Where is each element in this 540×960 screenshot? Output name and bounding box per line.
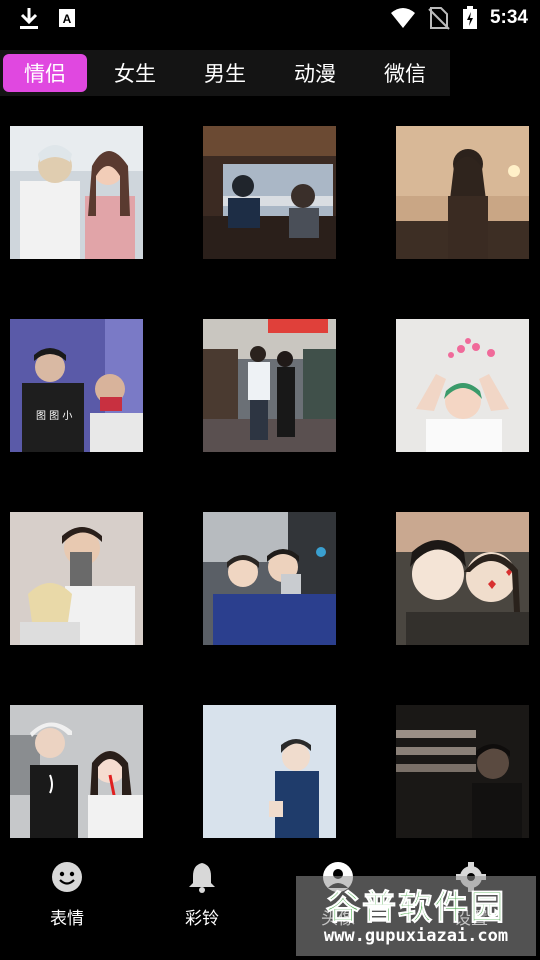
avatar-image: 图 图 小 bbox=[10, 319, 143, 452]
avatar-thumbnail-couple-phone-selfie[interactable] bbox=[10, 512, 143, 645]
avatar-image bbox=[203, 126, 336, 259]
avatar-image bbox=[10, 705, 143, 838]
avatar-thumbnail-couple-face-mask[interactable] bbox=[396, 512, 529, 645]
avatar-image bbox=[396, 319, 529, 452]
avatar-image bbox=[396, 126, 529, 259]
watermark-url: www.gupuxiazai.com bbox=[323, 926, 509, 946]
avatar-thumbnail-girl-heart-hands[interactable] bbox=[396, 319, 529, 452]
bell-icon bbox=[189, 863, 215, 893]
avatar-thumbnail-girl-sunset-silhouette[interactable] bbox=[396, 126, 529, 259]
avatar-image bbox=[203, 705, 336, 838]
smiley-icon bbox=[52, 862, 82, 892]
avatar-thumbnail-couple-hug-outdoor[interactable] bbox=[10, 126, 143, 259]
avatar-image bbox=[396, 705, 529, 838]
avatar-thumbnail-boy-dark-window-shadow[interactable] bbox=[396, 705, 529, 838]
nav-label: 表情 bbox=[50, 909, 84, 929]
nav-item-ringtone[interactable]: 彩铃 bbox=[152, 860, 252, 929]
avatar-thumbnail-couple-street-walk[interactable] bbox=[203, 319, 336, 452]
avatar-image bbox=[203, 319, 336, 452]
avatar-image bbox=[396, 512, 529, 645]
avatar-thumbnail-couple-purple-backdrop[interactable]: 图 图 小 bbox=[10, 319, 143, 452]
watermark: 谷普软件园 www.gupuxiazai.com bbox=[296, 876, 536, 956]
avatar-image bbox=[10, 512, 143, 645]
avatar-thumbnail-boy-blue-jacket[interactable] bbox=[203, 705, 336, 838]
nav-label: 彩铃 bbox=[185, 909, 219, 929]
avatar-thumbnail-couple-cafe-window[interactable] bbox=[203, 126, 336, 259]
svg-text:图 图 小: 图 图 小 bbox=[36, 410, 72, 422]
watermark-title: 谷普软件园 bbox=[326, 888, 506, 929]
avatar-image bbox=[203, 512, 336, 645]
avatar-thumbnail-couple-mirror-selfie[interactable] bbox=[203, 512, 336, 645]
avatar-grid: 图 图 小 bbox=[0, 0, 540, 960]
avatar-thumbnail-couple-cap-red-straw[interactable] bbox=[10, 705, 143, 838]
nav-item-emoji[interactable]: 表情 bbox=[17, 860, 117, 929]
avatar-image bbox=[10, 126, 143, 259]
